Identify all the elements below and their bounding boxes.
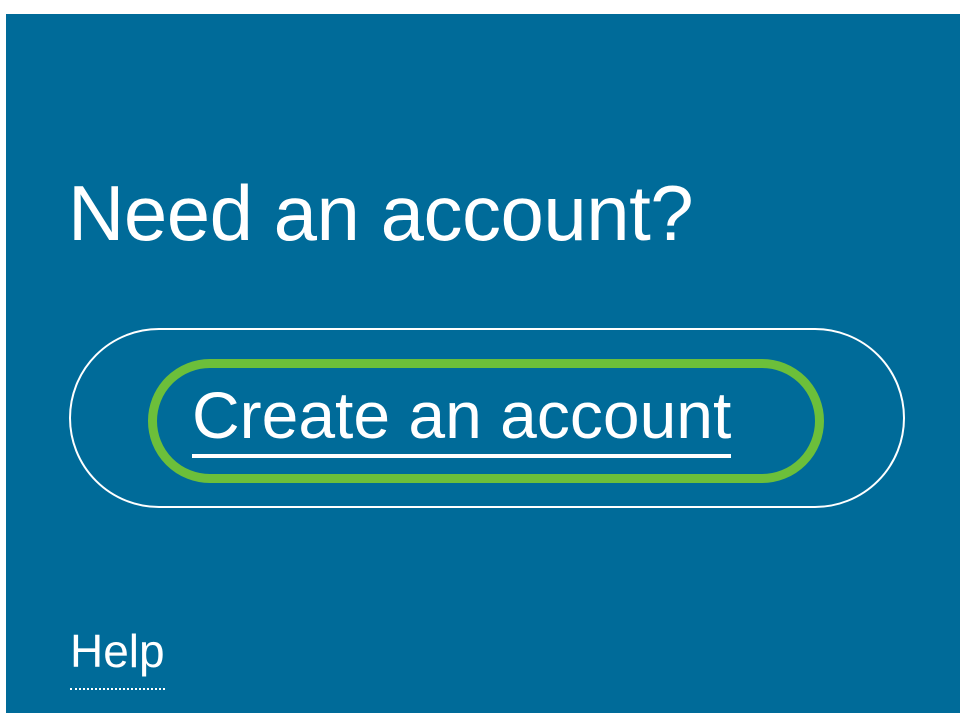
help-link[interactable]: Help	[70, 628, 165, 690]
signup-panel: Need an account? Create an account Help	[6, 14, 960, 713]
need-account-heading: Need an account?	[68, 169, 694, 257]
create-account-link[interactable]: Create an account	[192, 382, 732, 458]
